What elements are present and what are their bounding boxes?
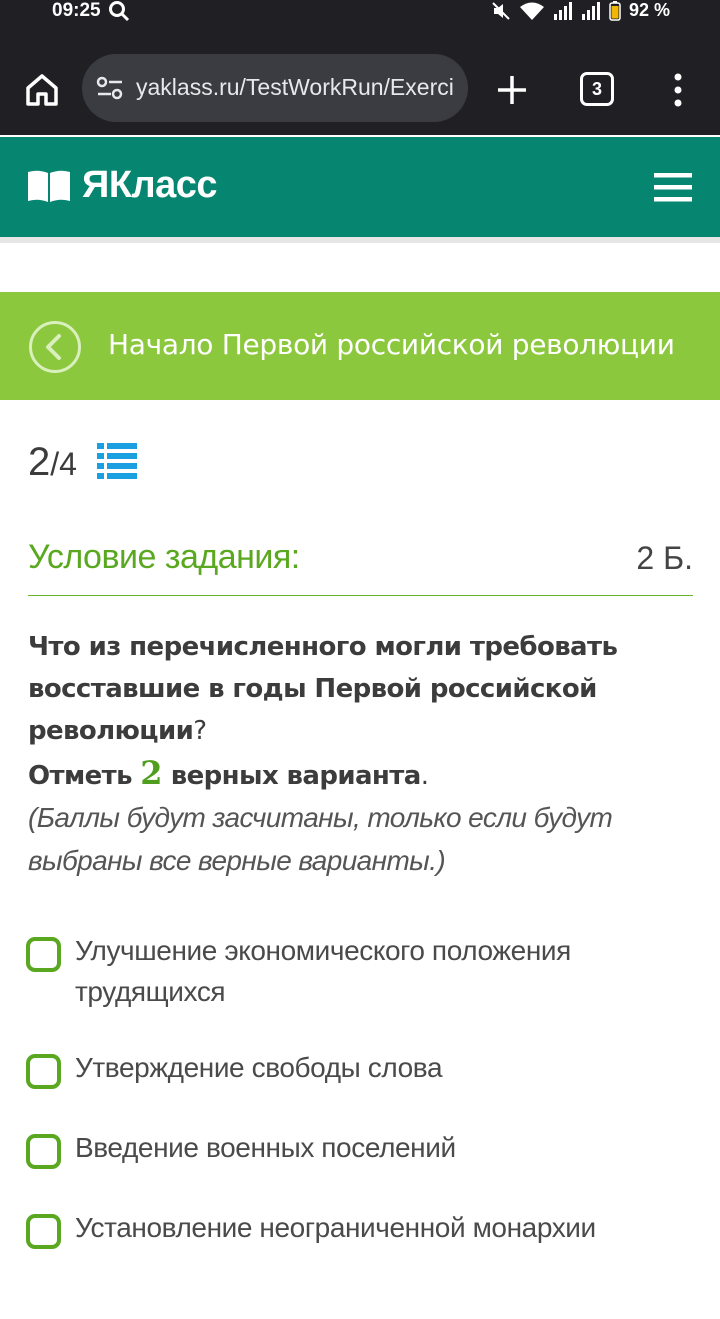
address-bar[interactable]: yaklass.ru/TestWorkRun/Exerci [82,54,468,122]
option-label[interactable]: Утверждение свободы слова [75,1047,443,1089]
question-mark: ? [193,716,207,746]
wifi-icon [519,2,544,20]
question-answer-count: 2 [140,754,163,792]
header-divider [0,237,720,243]
status-time: 09:25 [52,0,101,21]
url-text[interactable]: yaklass.ru/TestWorkRun/Exerci [136,74,454,101]
back-arrow-icon[interactable] [28,320,82,374]
answer-option[interactable]: Введение военных поселений [26,1132,696,1169]
question-main: Что из перечисленного могли требовать во… [28,632,618,746]
browser-toolbar: yaklass.ru/TestWorkRun/Exerci 3 [0,30,720,135]
logo-text: ЯКласс [82,164,218,206]
battery-icon [609,0,621,21]
question-text: Что из перечисленного могли требовать во… [28,626,698,883]
mute-icon [492,1,510,20]
hamburger-menu-icon[interactable] [652,169,694,205]
site-settings-icon[interactable] [96,74,124,102]
progress-total: 4 [59,446,77,482]
option-label[interactable]: Установление неограниченной монархии [75,1207,596,1249]
status-icons: 92 % [491,0,670,21]
topic-banner: Начало Первой российской революции [0,292,720,400]
answer-option[interactable]: Улучшение экономического положения трудя… [26,935,696,1012]
option-checkbox[interactable] [26,1054,61,1089]
site-header: ЯКласс [0,137,720,237]
status-bar: 09:25 92 % [0,0,720,30]
topic-title: Начало Первой российской революции [108,328,675,361]
option-label[interactable]: Введение военных поселений [75,1127,456,1169]
condition-title: Условие задания: [28,538,300,576]
option-checkbox[interactable] [26,937,61,972]
battery-level: 92 % [628,0,670,20]
signal-icon [581,1,600,20]
question-note: (Баллы будут засчитаны, только если буду… [28,802,613,876]
exercise-progress: 2 / 4 [28,440,77,485]
option-checkbox[interactable] [26,1214,61,1249]
home-icon[interactable] [22,70,62,110]
answer-option[interactable]: Установление неограниченной монархии [26,1212,696,1249]
tab-switcher-button[interactable]: 3 [580,72,614,106]
site-logo[interactable]: ЯКласс [26,164,218,207]
question-instruction-prefix: Отметь [28,761,133,791]
book-logo-icon [28,170,70,202]
search-icon [109,1,130,22]
question-instruction-suffix: верных варианта [170,761,422,791]
option-checkbox[interactable] [26,1134,61,1169]
signal-icon [553,1,572,20]
question-period: . [420,761,429,791]
condition-header: Условие задания: 2 Б. [28,538,693,596]
progress-current: 2 [28,440,51,484]
progress-separator: / [50,446,60,482]
option-label[interactable]: Улучшение экономического положения трудя… [75,930,696,1012]
plus-icon[interactable] [492,70,532,110]
condition-points: 2 Б. [636,540,693,576]
exercise-list-icon[interactable] [96,440,138,480]
answer-option[interactable]: Утверждение свободы слова [26,1052,696,1089]
more-vert-icon[interactable] [668,70,688,110]
